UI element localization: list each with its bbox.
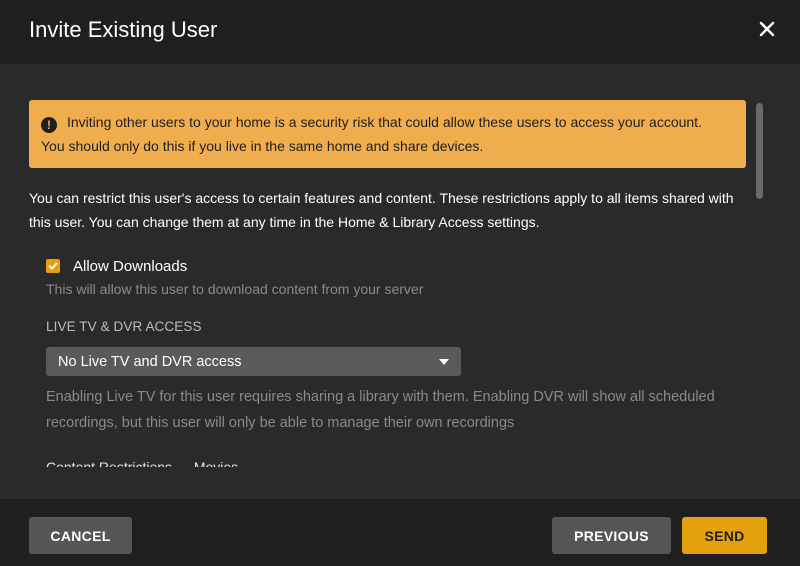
previous-button[interactable]: PREVIOUS (552, 517, 671, 554)
live-tv-help: Enabling Live TV for this user requires … (46, 389, 715, 431)
send-button[interactable]: SEND (682, 517, 767, 554)
dialog-footer: CANCEL PREVIOUS SEND (0, 499, 800, 566)
allow-downloads-option[interactable]: Allow Downloads (46, 255, 187, 277)
allow-downloads-checkbox[interactable] (46, 259, 60, 273)
checkmark-icon (48, 262, 58, 270)
allow-downloads-help: This will allow this user to download co… (46, 281, 424, 297)
exclamation-circle-icon: ! (41, 117, 57, 133)
live-tv-section-label: LIVE TV & DVR ACCESS (46, 319, 202, 334)
warning-line-1: Inviting other users to your home is a s… (67, 114, 702, 130)
allow-downloads-label: Allow Downloads (73, 257, 188, 275)
warning-line-2: You should only do this if you live in t… (41, 138, 484, 154)
dialog-body: ! Inviting other users to your home is a … (0, 64, 800, 499)
close-button[interactable] (752, 14, 782, 44)
dialog-title: Invite Existing User (29, 17, 218, 42)
scrollbar-thumb[interactable] (756, 103, 763, 199)
security-warning-banner: ! Inviting other users to your home is a … (29, 100, 746, 168)
dialog-header: Invite Existing User (0, 0, 800, 64)
cancel-button[interactable]: CANCEL (29, 517, 132, 554)
close-icon (759, 21, 775, 37)
invite-user-dialog: Invite Existing User ! Inviting other use… (0, 0, 800, 566)
live-tv-dvr-selected-value: No Live TV and DVR access (58, 353, 242, 370)
caret-down-icon (439, 358, 449, 365)
live-tv-dvr-select[interactable]: No Live TV and DVR access (46, 347, 461, 376)
restrictions-intro-text: You can restrict this user's access to c… (29, 190, 734, 230)
content-restrictions-heading: Content Restrictions — Movies (46, 459, 239, 467)
